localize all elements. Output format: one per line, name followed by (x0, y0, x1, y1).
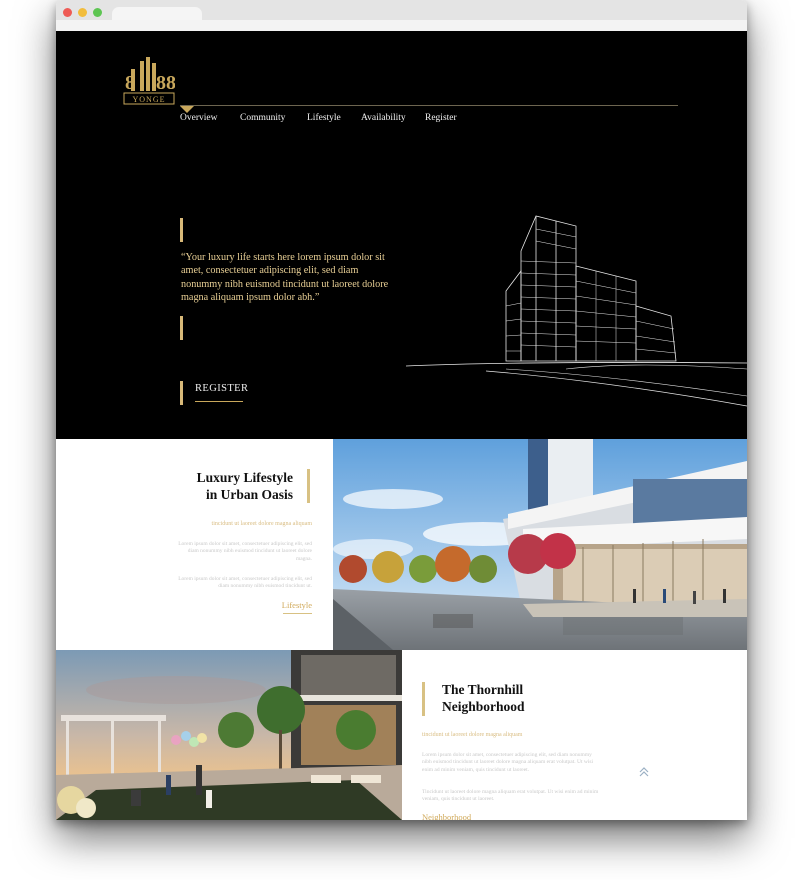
nav-register[interactable]: Register (425, 113, 457, 123)
quote-top-accent (180, 218, 183, 242)
lifestyle-title-accent (307, 469, 310, 503)
browser-toolbar (56, 20, 747, 31)
lifestyle-section: Luxury Lifestyle in Urban Oasis tincidun… (56, 439, 747, 650)
register-underline (195, 401, 243, 402)
neighborhood-link[interactable]: Neighborhood (422, 812, 471, 820)
register-accent (180, 381, 183, 405)
browser-chrome (56, 0, 747, 31)
hero-quote: “Your luxury life starts here lorem ipsu… (181, 252, 389, 304)
neighborhood-title-line2: Neighborhood (442, 699, 525, 714)
nav-lifestyle[interactable]: Lifestyle (307, 113, 341, 123)
neighborhood-title-accent (422, 682, 425, 716)
neighborhood-paragraph-2: Tincidunt ut laoreet dolore magna aliqua… (422, 789, 599, 803)
neighborhood-paragraph-1: Lorem ipsum dolor sit amet, consectetuer… (422, 752, 594, 773)
lifestyle-paragraph-1: Lorem ipsum dolor sit amet, consectetuer… (178, 541, 312, 562)
hero-register-link[interactable]: REGISTER (195, 383, 248, 394)
lifestyle-title: Luxury Lifestyle in Urban Oasis (197, 469, 293, 503)
logo-number-88-right: 88 (156, 72, 175, 94)
hero-section: 8 88 YONGE Overview Community Lifestyle … (56, 31, 747, 439)
building-wireframe-icon (406, 215, 747, 407)
nav-community[interactable]: Community (240, 113, 285, 123)
brand-logo[interactable]: 8 88 YONGE (123, 55, 175, 107)
quote-bottom-accent (180, 316, 183, 340)
browser-mockup: 8 88 YONGE Overview Community Lifestyle … (56, 0, 747, 820)
lifestyle-title-line2: in Urban Oasis (205, 487, 293, 502)
lifestyle-subtitle: tincidunt ut laoreet dolore magna aliqua… (211, 521, 312, 527)
maximize-window-dot[interactable] (93, 8, 102, 17)
nav-active-indicator (180, 106, 194, 113)
logo-number-8-left: 8 (125, 72, 135, 94)
nav-divider (180, 105, 678, 106)
chevron-double-up-icon[interactable] (637, 765, 651, 779)
neighborhood-text-panel: The Thornhill Neighborhood tincidunt ut … (402, 650, 747, 820)
nav-overview[interactable]: Overview (180, 113, 217, 123)
lifestyle-link[interactable]: Lifestyle (282, 600, 312, 610)
neighborhood-section: The Thornhill Neighborhood tincidunt ut … (56, 650, 747, 820)
rooftop-terrace-image (56, 650, 402, 820)
street-rendering-image (333, 439, 747, 650)
neighborhood-title-line1: The Thornhill (442, 682, 524, 697)
nav-availability[interactable]: Availability (361, 113, 406, 123)
neighborhood-subtitle: tincidunt ut laoreet dolore magna aliqua… (422, 732, 523, 738)
lifestyle-text-panel: Luxury Lifestyle in Urban Oasis tincidun… (56, 439, 333, 650)
minimize-window-dot[interactable] (78, 8, 87, 17)
browser-tab[interactable] (112, 7, 202, 20)
neighborhood-title: The Thornhill Neighborhood (442, 681, 525, 715)
close-window-dot[interactable] (63, 8, 72, 17)
lifestyle-title-line1: Luxury Lifestyle (196, 470, 293, 485)
lifestyle-paragraph-2: Lorem ipsum dolor sit amet, consectetuer… (178, 576, 312, 590)
lifestyle-link-underline (283, 613, 312, 614)
logo-wordmark: YONGE (133, 95, 166, 104)
